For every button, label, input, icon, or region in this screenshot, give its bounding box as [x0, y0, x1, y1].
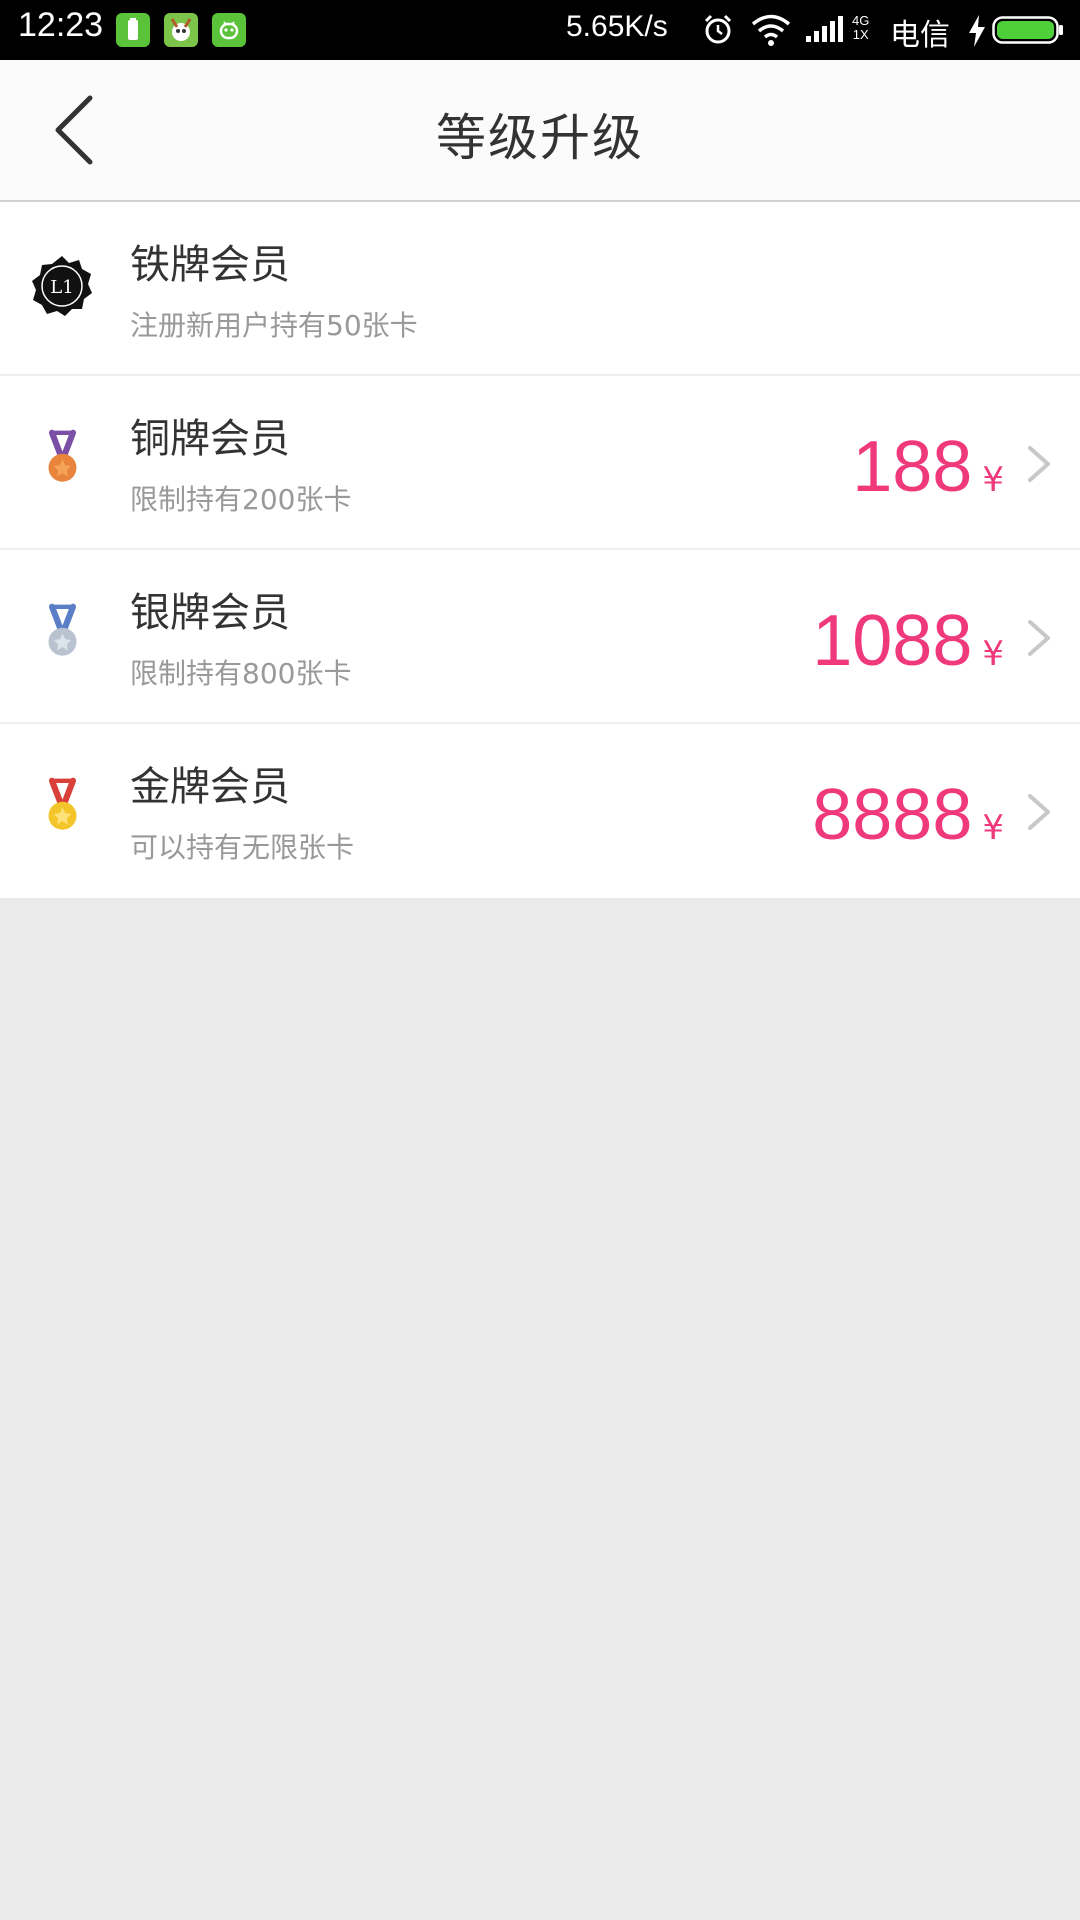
- charging-icon: [969, 15, 985, 47]
- tier-name: 金牌会员: [130, 764, 290, 810]
- tier-row-bronze[interactable]: 铜牌会员 限制持有200张卡 188 ¥: [0, 376, 1080, 550]
- wifi-icon: [751, 14, 791, 46]
- mascot-app-icon: [164, 13, 198, 47]
- signal-icon: [806, 16, 843, 42]
- iron-badge-icon: L1: [32, 256, 92, 316]
- silver-medal-icon: [48, 603, 77, 656]
- app-screen: 12:23 5.65K/s 4G 1X 电信 等级升级 L1 铁牌会员 注册新用…: [0, 0, 1080, 1920]
- price-value: 8888: [812, 775, 973, 855]
- tier-description: 注册新用户持有50张卡: [130, 309, 418, 342]
- currency-symbol: ¥: [982, 460, 1004, 500]
- page-title: 等级升级: [436, 109, 644, 167]
- tier-row-silver[interactable]: 银牌会员 限制持有800张卡 1088 ¥: [0, 550, 1080, 724]
- status-time: 12:23: [18, 6, 104, 44]
- price-value: 188: [852, 427, 973, 507]
- gold-medal-icon: [48, 777, 77, 830]
- chevron-right-icon: [1028, 794, 1050, 830]
- app-header: 等级升级: [0, 60, 1080, 202]
- price-tag: 188 ¥: [852, 426, 1004, 507]
- currency-symbol: ¥: [982, 634, 1004, 674]
- battery-app-icon: [116, 13, 150, 47]
- tier-name: 铁牌会员: [130, 242, 290, 288]
- chevron-right-icon: [1028, 620, 1050, 656]
- network-speed: 5.65K/s: [566, 10, 668, 43]
- chevron-right-icon: [1028, 446, 1050, 482]
- tier-name: 银牌会员: [130, 590, 290, 636]
- network-type: 4G 1X: [852, 13, 870, 42]
- battery-icon: [992, 16, 1063, 44]
- tier-list: L1 铁牌会员 注册新用户持有50张卡 铜牌会员 限制持有200张卡 188 ¥: [0, 202, 1080, 898]
- robot-app-icon: [212, 13, 246, 47]
- price-tag: 1088 ¥: [812, 600, 1004, 681]
- bronze-medal-icon: [48, 429, 77, 482]
- currency-symbol: ¥: [982, 808, 1004, 848]
- price-value: 1088: [812, 601, 973, 681]
- iron-badge-text: L1: [50, 277, 73, 298]
- status-bar: 12:23 5.65K/s 4G 1X 电信: [0, 0, 1080, 60]
- tier-description: 限制持有200张卡: [130, 483, 352, 516]
- carrier-name: 电信: [890, 18, 950, 53]
- tier-name: 铜牌会员: [130, 416, 290, 462]
- alarm-icon: [704, 14, 732, 44]
- tier-description: 可以持有无限张卡: [130, 831, 355, 864]
- tier-row-iron[interactable]: L1 铁牌会员 注册新用户持有50张卡: [0, 202, 1080, 376]
- tier-description: 限制持有800张卡: [130, 657, 352, 690]
- price-tag: 8888 ¥: [812, 774, 1004, 855]
- tier-row-gold[interactable]: 金牌会员 可以持有无限张卡 8888 ¥: [0, 724, 1080, 898]
